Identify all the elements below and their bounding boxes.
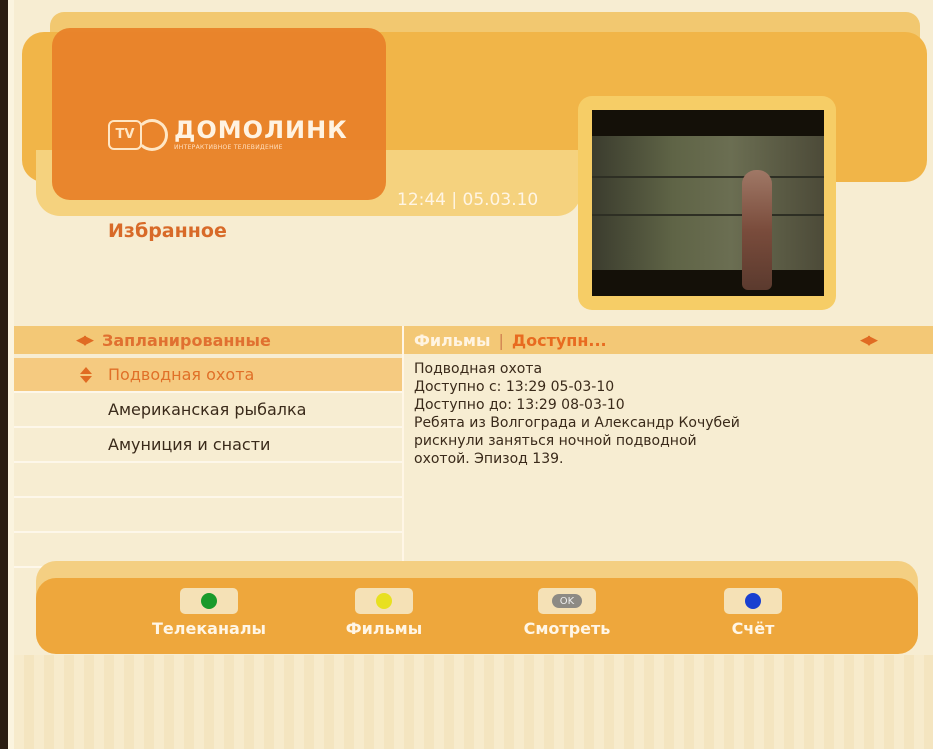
program-list: Подводная охота Американская рыбалка Аму…: [14, 358, 402, 568]
scene-rail: [592, 214, 824, 216]
list-item[interactable]: Американская рыбалка: [14, 393, 402, 428]
left-right-arrows-icon: ◀▶: [76, 333, 94, 348]
tv-channels-button[interactable]: Телеканалы: [144, 588, 274, 638]
up-down-arrows-icon: [80, 367, 92, 383]
details-available-to: Доступно до: 13:29 08-03-10: [414, 397, 625, 413]
green-dot: [201, 593, 217, 609]
brand-tagline: ИНТЕРАКТИВНОЕ ТЕЛЕВИДЕНИЕ: [174, 144, 283, 151]
account-button[interactable]: Счёт: [688, 588, 818, 638]
button-label: Фильмы: [345, 619, 423, 638]
page-title: Избранное: [108, 220, 227, 242]
tab-available[interactable]: Доступн...: [512, 331, 607, 350]
films-button[interactable]: Фильмы: [319, 588, 449, 638]
clock-date: 12:44 | 05.03.10: [397, 190, 539, 210]
category-selector[interactable]: ◀▶ Запланированные: [76, 331, 271, 350]
tab-films[interactable]: Фильмы: [414, 331, 490, 350]
details-description-line: охотой. Эпизод 139.: [414, 451, 564, 467]
list-item[interactable]: Амуниция и снасти: [14, 428, 402, 463]
scene-figure: [742, 170, 772, 290]
video-preview[interactable]: [592, 110, 824, 296]
details-available-from: Доступно с: 13:29 05-03-10: [414, 379, 615, 395]
category-label: Запланированные: [102, 331, 271, 350]
swirl-icon: [136, 118, 168, 151]
watch-button[interactable]: OK Смотреть: [502, 588, 632, 638]
column-divider: [402, 326, 404, 561]
details-description-line: Ребята из Волгограда и Александр Кочубей: [414, 415, 740, 431]
logo-panel: [52, 28, 386, 200]
screen-edge: [0, 0, 8, 749]
bottom-pattern: [14, 655, 933, 749]
tv-screen: TV ДОМОЛИНК ИНТЕРАКТИВНОЕ ТЕЛЕВИДЕНИЕ 12…: [0, 0, 933, 749]
list-item[interactable]: Подводная охота: [14, 358, 402, 393]
button-label: Смотреть: [523, 619, 611, 638]
yellow-key-icon: [355, 588, 413, 614]
blue-key-icon: [724, 588, 782, 614]
tab-separator: |: [498, 331, 504, 350]
blue-dot: [745, 593, 761, 609]
list-item[interactable]: [14, 463, 402, 498]
list-item[interactable]: [14, 498, 402, 533]
brand-text: ДОМОЛИНК ИНТЕРАКТИВНОЕ ТЕЛЕВИДЕНИЕ: [174, 118, 348, 151]
details-description-line: рискнули заняться ночной подводной: [414, 433, 697, 449]
list-item-label: Амуниция и снасти: [108, 435, 271, 454]
green-key-icon: [180, 588, 238, 614]
brand-logo: TV ДОМОЛИНК ИНТЕРАКТИВНОЕ ТЕЛЕВИДЕНИЕ: [108, 118, 348, 151]
video-scene: [592, 136, 824, 290]
list-item-label: Американская рыбалка: [108, 400, 307, 419]
button-label: Телеканалы: [151, 619, 267, 638]
brand-name: ДОМОЛИНК: [174, 116, 348, 144]
scene-rail: [592, 176, 824, 178]
left-right-arrows-icon[interactable]: ◀▶: [860, 333, 878, 348]
ok-key-text: OK: [552, 594, 582, 608]
yellow-dot: [376, 593, 392, 609]
button-label: Счёт: [731, 619, 775, 638]
ok-key-icon: OK: [538, 588, 596, 614]
details-title: Подводная охота: [414, 361, 543, 377]
tab-bar: Фильмы | Доступн...: [414, 331, 607, 350]
program-details: Подводная охота Доступно с: 13:29 05-03-…: [414, 360, 814, 468]
list-item-label: Подводная охота: [108, 365, 255, 384]
